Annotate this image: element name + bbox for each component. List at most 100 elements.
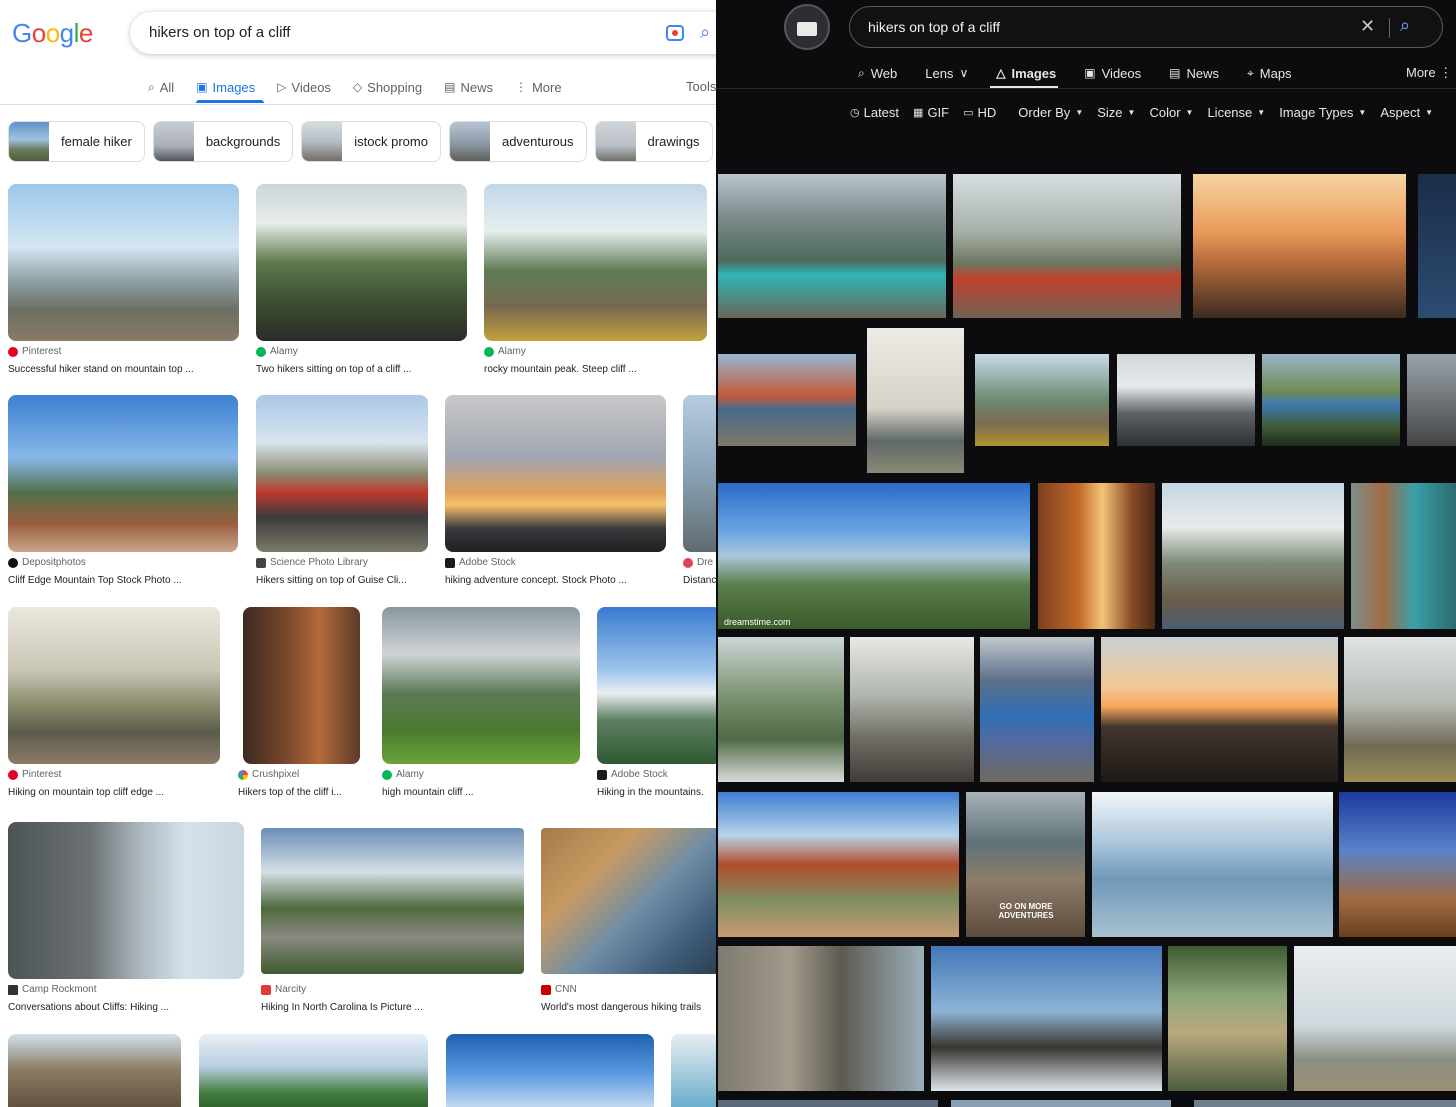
image-result[interactable]: Depositphotos Cliff Edge Mountain Top St…	[8, 395, 238, 595]
result-source[interactable]: Camp Rockmont	[8, 984, 96, 995]
result-source[interactable]: Adobe Stock	[445, 557, 516, 568]
chip-adventurous[interactable]: adventurous	[448, 121, 587, 162]
filter-aspect[interactable]: Aspect ▼	[1380, 105, 1433, 120]
tab-web[interactable]: ⌕ Web	[858, 64, 897, 82]
image-result[interactable]: Adobe Stock Hiking in the mountains.	[597, 607, 716, 807]
filter-license[interactable]: License ▼	[1207, 105, 1265, 120]
image-result[interactable]	[718, 792, 959, 937]
tools-button[interactable]: Tools	[686, 79, 716, 94]
result-image[interactable]	[541, 828, 716, 974]
image-result[interactable]: Narcity Hiking In North Carolina Is Pict…	[261, 822, 524, 1022]
result-source[interactable]: Depositphotos	[8, 557, 86, 568]
tab-maps[interactable]: ⌖ Maps	[1247, 64, 1292, 82]
camera-lens-icon[interactable]	[666, 25, 684, 41]
result-image[interactable]	[8, 607, 220, 764]
image-result[interactable]	[1339, 792, 1456, 937]
image-result[interactable]	[931, 946, 1162, 1091]
chip-istock-promo[interactable]: istock promo	[301, 121, 441, 162]
result-image[interactable]	[8, 822, 244, 979]
image-result[interactable]	[1294, 946, 1456, 1091]
result-title[interactable]: high mountain cliff ...	[382, 787, 580, 798]
filter-color[interactable]: Color ▼	[1149, 105, 1193, 120]
result-title[interactable]: rocky mountain peak. Steep cliff ...	[484, 364, 707, 375]
image-result[interactable]: GO ON MORE ADVENTURES	[966, 792, 1085, 937]
tab-images[interactable]: ▣ Images	[196, 78, 255, 96]
result-title[interactable]: Two hikers sitting on top of a cliff ...	[256, 364, 467, 375]
close-icon[interactable]: ✕	[1360, 16, 1375, 37]
image-result[interactable]	[1168, 946, 1287, 1091]
more-button[interactable]: More ⋮	[1406, 65, 1452, 81]
search-box[interactable]: hikers on top of a cliff ⌕	[130, 12, 716, 54]
tab-more[interactable]: ⋮ More	[515, 78, 562, 96]
image-result[interactable]	[1351, 483, 1456, 629]
tab-images[interactable]: △ Images	[996, 64, 1056, 82]
search-input[interactable]: hikers on top of a cliff	[149, 24, 290, 41]
image-result[interactable]: Crushpixel Hikers top of the cliff i...	[238, 607, 360, 807]
result-source[interactable]: Pinterest	[8, 769, 61, 780]
result-image[interactable]	[199, 1034, 428, 1107]
result-title[interactable]: Hiking on mountain top cliff edge ...	[8, 787, 220, 798]
result-image[interactable]	[8, 1034, 181, 1107]
image-result[interactable]	[718, 1100, 938, 1107]
google-logo[interactable]: Google	[12, 18, 93, 49]
image-result[interactable]	[1092, 792, 1333, 937]
result-title[interactable]: Hiking in the mountains.	[597, 787, 716, 798]
filter-latest[interactable]: ◷ Latest	[850, 105, 899, 120]
result-image[interactable]	[597, 607, 716, 764]
chip-female-hiker[interactable]: female hiker	[8, 121, 145, 162]
filter-size[interactable]: Size ▼	[1097, 105, 1135, 120]
image-result[interactable]: dreamstime.com	[718, 483, 1030, 629]
image-result[interactable]	[975, 354, 1109, 446]
image-result[interactable]	[1038, 483, 1155, 629]
image-result[interactable]	[951, 1100, 1171, 1107]
result-title[interactable]: Conversations about Cliffs: Hiking ...	[8, 1002, 244, 1013]
result-image[interactable]	[382, 607, 580, 764]
tab-shopping[interactable]: ◇ Shopping	[353, 78, 422, 96]
tab-all[interactable]: ⌕ All	[148, 78, 174, 96]
result-image[interactable]	[8, 184, 239, 341]
result-image[interactable]	[243, 607, 360, 764]
image-result[interactable]	[1407, 354, 1456, 446]
filter-image-types[interactable]: Image Types ▼	[1279, 105, 1366, 120]
result-source[interactable]: Alamy	[484, 346, 526, 357]
result-title[interactable]: Distanc	[683, 575, 716, 586]
chip-drawings[interactable]: drawings	[594, 121, 713, 162]
result-source[interactable]: Crushpixel	[238, 769, 299, 780]
image-result[interactable]	[1117, 354, 1255, 446]
image-result[interactable]	[671, 1034, 716, 1107]
image-result[interactable]	[867, 328, 964, 473]
image-result[interactable]	[1101, 637, 1338, 782]
filter-hd[interactable]: ▭ HD	[963, 105, 996, 120]
result-source[interactable]: CNN	[541, 984, 577, 995]
result-image[interactable]	[261, 828, 524, 974]
image-result[interactable]	[718, 946, 924, 1091]
result-source[interactable]: Narcity	[261, 984, 306, 995]
result-image[interactable]	[484, 184, 707, 341]
image-result[interactable]	[980, 637, 1094, 782]
filter-order-by[interactable]: Order By ▼	[1018, 105, 1083, 120]
image-result[interactable]	[446, 1034, 654, 1107]
result-source[interactable]: Alamy	[382, 769, 424, 780]
image-result[interactable]	[1262, 354, 1400, 446]
image-result[interactable]: Alamy Two hikers sitting on top of a cli…	[256, 184, 467, 384]
search-icon[interactable]: ⌕	[700, 22, 710, 43]
avatar[interactable]	[784, 4, 830, 50]
image-result[interactable]	[1194, 1100, 1456, 1107]
result-image[interactable]	[671, 1034, 716, 1107]
image-result[interactable]	[953, 174, 1181, 318]
image-result[interactable]: Pinterest Successful hiker stand on moun…	[8, 184, 239, 384]
image-result[interactable]	[199, 1034, 428, 1107]
search-icon[interactable]: ⌕	[1400, 15, 1410, 36]
image-result[interactable]: Alamy high mountain cliff ...	[382, 607, 580, 807]
image-result[interactable]: Adobe Stock hiking adventure concept. St…	[445, 395, 666, 595]
result-source[interactable]: Alamy	[256, 346, 298, 357]
result-image[interactable]	[256, 184, 467, 341]
chip-backgrounds[interactable]: backgrounds	[152, 121, 294, 162]
image-result[interactable]	[718, 637, 844, 782]
result-source[interactable]: Dre	[683, 557, 713, 568]
image-result[interactable]: Science Photo Library Hikers sitting on …	[256, 395, 428, 595]
result-title[interactable]: Successful hiker stand on mountain top .…	[8, 364, 239, 375]
tab-lens[interactable]: Lens ∨	[925, 64, 968, 82]
image-result[interactable]: Pinterest Hiking on mountain top cliff e…	[8, 607, 220, 807]
result-title[interactable]: Hikers top of the cliff i...	[238, 787, 360, 798]
